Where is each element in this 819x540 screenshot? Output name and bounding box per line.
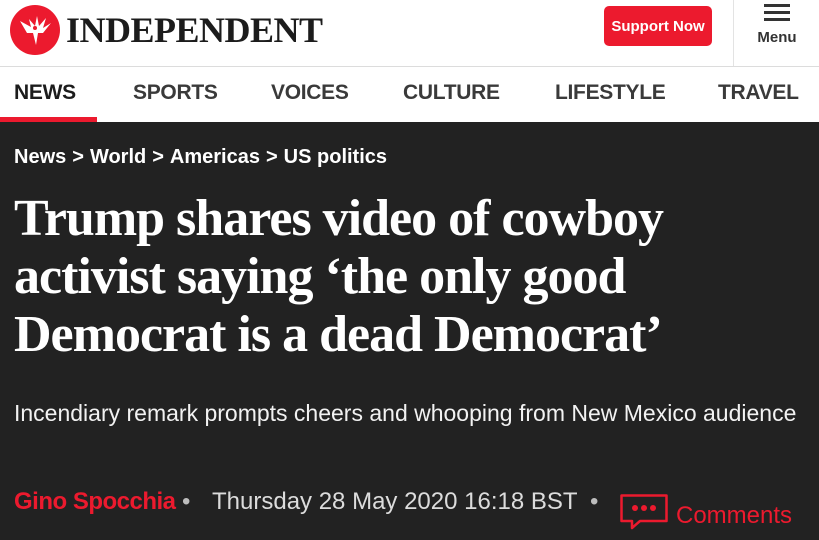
hamburger-icon xyxy=(764,4,790,25)
menu-button[interactable]: Menu xyxy=(733,0,819,66)
article-standfirst: Incendiary remark prompts cheers and who… xyxy=(14,400,797,426)
comments-label: Comments xyxy=(676,501,793,529)
nav-item-travel[interactable]: TRAVEL xyxy=(718,67,799,122)
breadcrumb: News > World > Americas > US politics xyxy=(14,146,387,169)
meta-separator: • xyxy=(590,488,599,515)
breadcrumb-separator: > xyxy=(72,146,84,168)
breadcrumb-us-politics[interactable]: US politics xyxy=(284,146,387,168)
nav-item-sports[interactable]: SPORTS xyxy=(133,67,218,122)
nav-item-voices[interactable]: VOICES xyxy=(271,67,349,122)
eagle-logo-icon xyxy=(10,5,60,55)
article-headline: Trump shares video of cowboy activist sa… xyxy=(14,190,664,363)
nav-item-culture[interactable]: CULTURE xyxy=(403,67,500,122)
nav-item-lifestyle[interactable]: LIFESTYLE xyxy=(555,67,666,122)
support-now-button[interactable]: Support Now xyxy=(604,6,712,46)
breadcrumb-separator: > xyxy=(152,146,164,168)
menu-label: Menu xyxy=(757,29,797,46)
author-link[interactable]: Gino Spocchia xyxy=(14,488,176,516)
breadcrumb-news[interactable]: News xyxy=(14,146,66,168)
active-tab-indicator xyxy=(0,117,97,122)
site-header: INDEPENDENT Support Now Menu xyxy=(0,0,819,67)
article-meta: Gino Spocchia • Thursday 28 May 2020 16:… xyxy=(14,488,814,530)
breadcrumb-americas[interactable]: Americas xyxy=(170,146,260,168)
site-logo-wordmark: INDEPENDENT xyxy=(66,10,323,50)
meta-separator: • xyxy=(182,488,191,515)
breadcrumb-separator: > xyxy=(265,146,278,168)
section-nav: NEWS SPORTS VOICES CULTURE LIFESTYLE TRA… xyxy=(0,67,819,122)
comments-link[interactable]: Comments xyxy=(620,494,792,537)
speech-bubble-icon xyxy=(620,494,670,537)
breadcrumb-world[interactable]: World xyxy=(90,146,146,168)
publish-date: Thursday 28 May 2020 16:18 BST xyxy=(212,488,578,515)
site-logo[interactable]: INDEPENDENT xyxy=(10,5,323,55)
nav-item-news[interactable]: NEWS xyxy=(14,67,76,122)
